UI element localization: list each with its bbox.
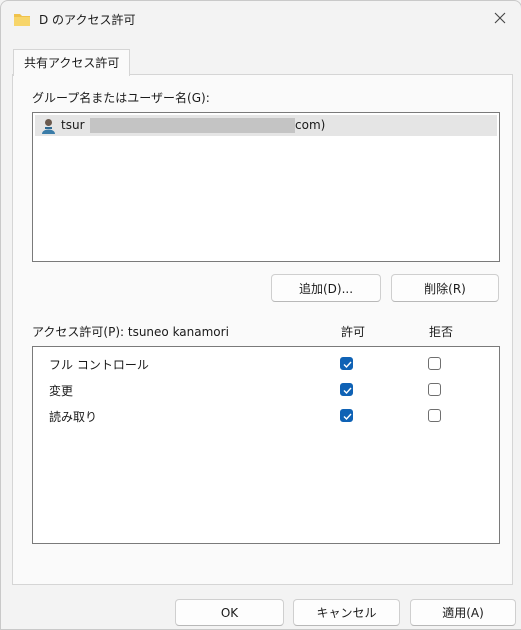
permission-name: フル コントロール	[49, 358, 149, 372]
permissions-dialog: D のアクセス許可 共有アクセス許可 グループ名またはユーザー名(G): tsu…	[0, 0, 521, 630]
permission-row-change: 変更	[33, 378, 499, 404]
apply-button[interactable]: 適用(A)	[410, 599, 516, 626]
close-icon	[494, 12, 506, 27]
tab-share-permissions[interactable]: 共有アクセス許可	[13, 49, 131, 76]
user-icon	[41, 118, 56, 134]
cancel-button[interactable]: キャンセル	[293, 599, 400, 626]
group-user-list[interactable]: tsur com)	[32, 112, 500, 262]
folder-icon	[13, 12, 31, 27]
permission-name: 変更	[49, 384, 74, 398]
permissions-label: アクセス許可(P): tsuneo kanamori	[32, 325, 229, 339]
check-icon	[343, 361, 352, 369]
allow-checkbox[interactable]	[340, 383, 353, 396]
deny-column-header: 拒否	[429, 325, 454, 339]
check-icon	[343, 413, 352, 421]
window-title: D のアクセス許可	[39, 13, 136, 27]
user-name-start: tsur	[61, 118, 85, 132]
title-bar: D のアクセス許可	[1, 1, 521, 39]
allow-checkbox[interactable]	[340, 409, 353, 422]
list-item[interactable]: tsur com)	[35, 115, 497, 136]
deny-checkbox[interactable]	[428, 409, 441, 422]
check-icon	[343, 387, 352, 395]
deny-checkbox[interactable]	[428, 357, 441, 370]
permission-row-full-control: フル コントロール	[33, 352, 499, 378]
permissions-list: フル コントロール 変更 読み取り	[32, 346, 500, 544]
user-name-end: com)	[295, 118, 326, 132]
remove-button[interactable]: 削除(R)	[391, 274, 499, 302]
ok-button[interactable]: OK	[175, 599, 284, 626]
close-button[interactable]	[485, 5, 515, 33]
add-button[interactable]: 追加(D)...	[271, 274, 381, 302]
tab-panel: グループ名またはユーザー名(G): tsur com) 追加(D)... 削除(…	[12, 74, 513, 585]
permission-row-read: 読み取り	[33, 404, 499, 430]
group-list-label: グループ名またはユーザー名(G):	[32, 91, 210, 105]
allow-checkbox[interactable]	[340, 357, 353, 370]
permission-name: 読み取り	[49, 410, 98, 424]
allow-column-header: 許可	[341, 325, 366, 339]
redacted-block	[90, 118, 295, 133]
deny-checkbox[interactable]	[428, 383, 441, 396]
